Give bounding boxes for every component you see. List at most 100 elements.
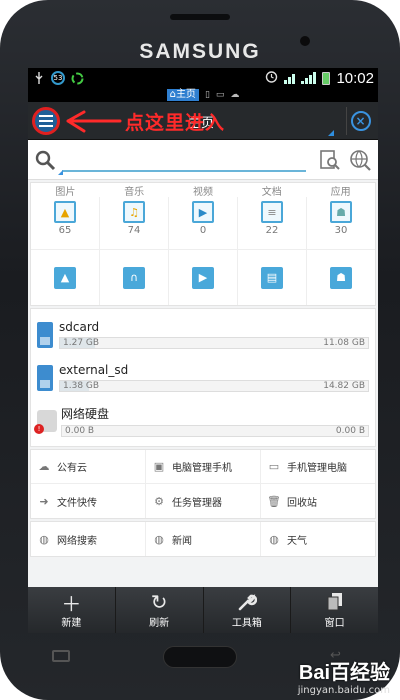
category-images[interactable]: ▲ 65 bbox=[31, 197, 100, 249]
tool-row: ☁ 公有云 ▣ 电脑管理手机 ▭ 手机管理电脑 bbox=[31, 450, 375, 484]
storage-name: external_sd bbox=[59, 363, 129, 377]
document-icon: ≡ bbox=[261, 201, 283, 223]
close-icon: × bbox=[350, 111, 371, 131]
book-icon: ▤ bbox=[261, 266, 283, 289]
category-video[interactable]: ▶ 0 bbox=[169, 197, 238, 249]
title-dropdown-indicator[interactable] bbox=[328, 130, 334, 136]
home-view-tab[interactable]: ⌂主页 bbox=[166, 89, 199, 101]
close-button[interactable]: × bbox=[346, 107, 374, 135]
category-apps[interactable]: ☗ 30 bbox=[307, 197, 375, 249]
tool-public-cloud[interactable]: ☁ 公有云 bbox=[31, 450, 146, 483]
storage-used: 1.38 GB bbox=[63, 381, 100, 391]
battery-icon bbox=[322, 71, 331, 85]
tool-news[interactable]: ◍ 新闻 bbox=[146, 522, 261, 556]
category-header-documents: 文档 bbox=[261, 187, 282, 198]
pc-view-icon[interactable]: ▭ bbox=[216, 90, 225, 100]
sync-icon bbox=[70, 71, 84, 85]
file-search-icon[interactable] bbox=[318, 148, 342, 172]
storage-usage-bar: 1.38 GB 14.82 GB bbox=[59, 380, 369, 392]
tool-row: ◍ 网络搜索 ◍ 新闻 ◍ 天气 bbox=[31, 522, 375, 556]
globe-icon: ◍ bbox=[269, 532, 279, 546]
ebook-folder-shortcut[interactable]: ▤ bbox=[238, 250, 307, 305]
category-count: 74 bbox=[127, 225, 141, 236]
category-music[interactable]: ♫ 74 bbox=[100, 197, 169, 249]
image-icon: ▲ bbox=[54, 201, 76, 223]
tool-task-manager[interactable]: ⚙ 任务管理器 bbox=[146, 484, 261, 518]
new-button[interactable]: ＋ 新建 bbox=[28, 587, 116, 633]
video-folder-shortcut[interactable]: ▶ bbox=[169, 250, 238, 305]
storage-panel: sdcard 1.27 GB 11.08 GB external_sd 1.38… bbox=[30, 308, 376, 447]
category-header-music: 音乐 bbox=[124, 187, 145, 198]
category-count: 65 bbox=[58, 225, 72, 236]
annotation-text: 点这里进入 bbox=[125, 112, 226, 134]
windows-button[interactable]: 窗口 bbox=[291, 587, 378, 633]
title-bar: 主页 点这里进入 × bbox=[28, 102, 378, 140]
category-header-video: 视频 bbox=[192, 187, 213, 198]
tool-label: 电脑管理手机 bbox=[172, 463, 232, 474]
toolbar-label: 工具箱 bbox=[231, 618, 262, 629]
music-folder-shortcut[interactable]: ∩ bbox=[100, 250, 169, 305]
storage-name: 网络硬盘 bbox=[61, 406, 110, 421]
search-icon[interactable] bbox=[34, 149, 56, 171]
video-icon: ▶ bbox=[192, 201, 214, 223]
search-bar bbox=[28, 140, 378, 180]
search-input[interactable] bbox=[62, 147, 306, 172]
phone-view-icon[interactable]: ▯ bbox=[205, 90, 210, 100]
apk-icon: ☗ bbox=[330, 266, 352, 289]
usb-icon bbox=[32, 71, 46, 85]
tool-recycle-bin[interactable]: 🗑 回收站 bbox=[261, 484, 375, 518]
tools-panel: ☁ 公有云 ▣ 电脑管理手机 ▭ 手机管理电脑 ➜ 文件快传 ⚙ 任务管理器 🗑 回收站 bbox=[30, 449, 376, 519]
storage-item-cloud-drive[interactable]: ! 网络硬盘 0.00 B 0.00 B bbox=[31, 399, 375, 442]
toolbar-label: 窗口 bbox=[324, 618, 345, 629]
notification-count-icon: 53 bbox=[51, 71, 65, 85]
image-folder-shortcut[interactable]: ▲ bbox=[31, 250, 100, 305]
category-documents[interactable]: ≡ 22 bbox=[238, 197, 307, 249]
monitor-phone-icon: ▣ bbox=[153, 460, 165, 473]
storage-info: 网络硬盘 0.00 B 0.00 B bbox=[61, 405, 369, 437]
tool-pc-manage-phone[interactable]: ▣ 电脑管理手机 bbox=[146, 450, 261, 483]
monitor-icon: ▭ bbox=[268, 460, 280, 473]
menu-line bbox=[39, 124, 53, 127]
category-panel: 图片 音乐 视频 文档 应用 ▲ 65 ♫ 74 ▶ 0 ≡ 22 ☗ 30 ▲… bbox=[30, 182, 376, 306]
tool-web-search[interactable]: ◍ 网络搜索 bbox=[31, 522, 146, 556]
storage-used: 0.00 B bbox=[65, 425, 95, 436]
alarm-icon bbox=[265, 70, 278, 86]
menu-line bbox=[39, 114, 53, 117]
tool-label: 任务管理器 bbox=[172, 497, 222, 509]
cloud-drive-icon: ! bbox=[34, 409, 57, 434]
hardware-menu-key[interactable] bbox=[52, 650, 70, 662]
storage-item-external-sd[interactable]: external_sd 1.38 GB 14.82 GB bbox=[31, 356, 375, 399]
cloud-icon: ☁ bbox=[38, 460, 50, 473]
category-count: 30 bbox=[334, 225, 348, 236]
tool-label: 文件快传 bbox=[57, 497, 97, 509]
category-count: 0 bbox=[199, 225, 207, 236]
refresh-icon: ↻ bbox=[150, 590, 168, 614]
bottom-toolbar: ＋ 新建 ↻ 刷新 工具箱 窗口 bbox=[28, 587, 378, 633]
category-counts-row: ▲ 65 ♫ 74 ▶ 0 ≡ 22 ☗ 30 bbox=[31, 197, 375, 249]
refresh-button[interactable]: ↻ 刷新 bbox=[116, 587, 204, 633]
category-count: 22 bbox=[265, 225, 279, 236]
tool-weather[interactable]: ◍ 天气 bbox=[261, 522, 375, 556]
cloud-view-icon[interactable]: ☁ bbox=[230, 90, 239, 100]
tool-label: 网络搜索 bbox=[57, 535, 97, 547]
storage-info: sdcard 1.27 GB 11.08 GB bbox=[59, 320, 369, 349]
storage-item-sdcard[interactable]: sdcard 1.27 GB 11.08 GB bbox=[31, 313, 375, 356]
trash-icon: 🗑 bbox=[267, 494, 281, 508]
menu-button[interactable] bbox=[32, 106, 60, 135]
gear-icon: ⚙ bbox=[154, 494, 164, 508]
tool-label: 公有云 bbox=[57, 463, 87, 474]
apk-folder-shortcut[interactable]: ☗ bbox=[307, 250, 375, 305]
status-time: 10:02 bbox=[336, 69, 374, 87]
tool-row: ➜ 文件快传 ⚙ 任务管理器 🗑 回收站 bbox=[31, 484, 375, 518]
storage-used: 1.27 GB bbox=[63, 338, 100, 348]
tool-label: 新闻 bbox=[172, 535, 192, 547]
tool-file-transfer[interactable]: ➜ 文件快传 bbox=[31, 484, 146, 518]
hardware-home-key[interactable] bbox=[163, 646, 237, 668]
toolbox-button[interactable]: 工具箱 bbox=[204, 587, 292, 633]
storage-usage-bar: 1.27 GB 11.08 GB bbox=[59, 337, 369, 349]
annotation-arrow-icon bbox=[66, 110, 122, 133]
sd-card-icon bbox=[37, 364, 53, 391]
web-search-icon[interactable] bbox=[348, 148, 372, 172]
tool-phone-manage-pc[interactable]: ▭ 手机管理电脑 bbox=[261, 450, 375, 483]
toolbar-label: 新建 bbox=[61, 618, 82, 629]
